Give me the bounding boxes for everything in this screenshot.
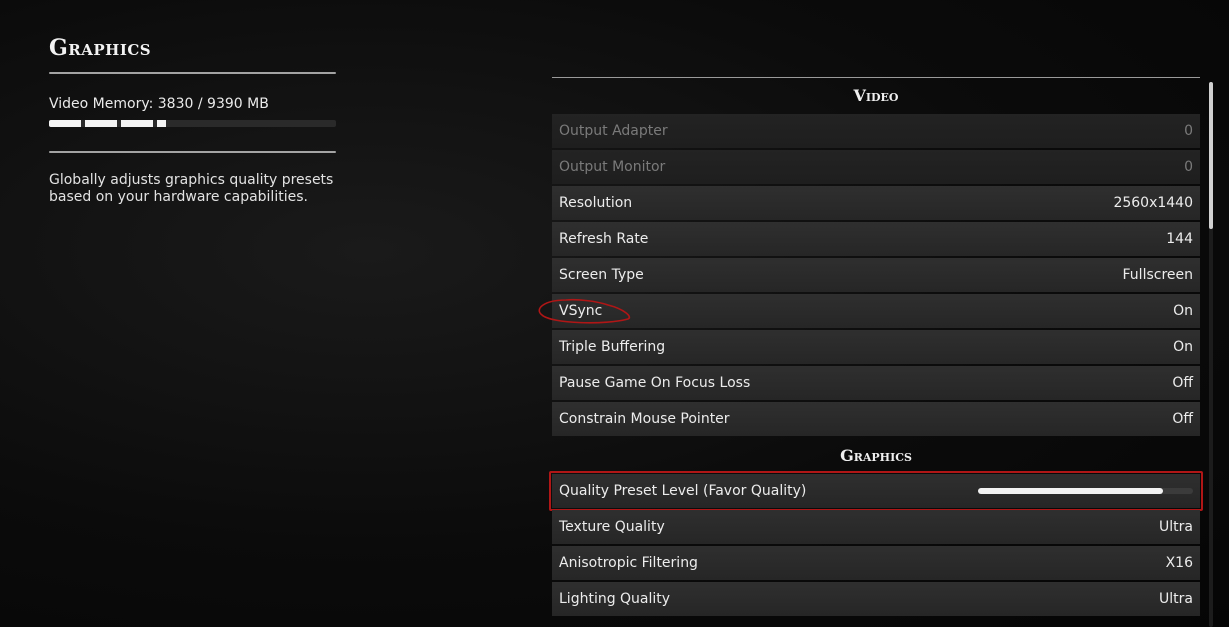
setting-row-refresh-rate[interactable]: Refresh Rate 144: [552, 222, 1200, 256]
settings-list: Video Output Adapter 0 Output Monitor 0 Resol…: [538, 77, 1203, 618]
setting-row-lighting-quality[interactable]: Lighting Quality Ultra: [552, 582, 1200, 616]
video-memory-bar-fill: [49, 120, 167, 127]
setting-value: Ultra: [1159, 519, 1193, 535]
setting-row-constrain-mouse-pointer[interactable]: Constrain Mouse Pointer Off: [552, 402, 1200, 436]
setting-row-pause-game-on-focus-loss[interactable]: Pause Game On Focus Loss Off: [552, 366, 1200, 400]
video-memory-separator: /: [197, 96, 203, 112]
setting-value: Off: [1172, 411, 1193, 427]
setting-value: 0: [1184, 123, 1193, 139]
setting-label: Constrain Mouse Pointer: [559, 411, 730, 427]
setting-label: Refresh Rate: [559, 231, 649, 247]
setting-description: Globally adjusts graphics quality preset…: [49, 172, 334, 205]
setting-label: Triple Buffering: [559, 339, 666, 355]
setting-label: Texture Quality: [559, 519, 665, 535]
setting-label: Pause Game On Focus Loss: [559, 375, 751, 391]
setting-label: VSync: [559, 303, 603, 319]
settings-scrollbar[interactable]: [1209, 82, 1213, 627]
video-memory-used: 3830: [157, 96, 194, 112]
video-memory-bar: [49, 120, 336, 127]
setting-label: Resolution: [559, 195, 633, 211]
setting-value: Off: [1172, 375, 1193, 391]
setting-value: Fullscreen: [1122, 267, 1193, 283]
quality-preset-slider[interactable]: [978, 488, 1193, 494]
setting-label: Screen Type: [559, 267, 644, 283]
setting-row-triple-buffering[interactable]: Triple Buffering On: [552, 330, 1200, 364]
title-divider: [49, 72, 336, 74]
setting-label: Lighting Quality: [559, 591, 671, 607]
setting-row-vsync[interactable]: VSync On: [538, 294, 1200, 328]
setting-value: On: [1173, 339, 1193, 355]
page-title: Graphics: [49, 35, 152, 61]
memory-divider: [49, 151, 336, 153]
video-memory-total: 9390: [207, 96, 243, 112]
setting-label: Quality Preset Level (Favor Quality): [559, 483, 807, 499]
setting-value: 0: [1184, 159, 1193, 175]
scrollbar-thumb[interactable]: [1209, 82, 1213, 230]
section-header-video: Video: [853, 86, 899, 105]
setting-label: Anisotropic Filtering: [559, 555, 698, 571]
setting-label: Output Adapter: [559, 123, 668, 139]
setting-value: X16: [1165, 555, 1193, 571]
setting-row-output-adapter: Output Adapter 0: [552, 114, 1200, 148]
section-header-graphics: Graphics: [840, 446, 912, 465]
graphics-settings-screen: Graphics Video Memory: 3830 / 9390 MB Gl…: [0, 0, 1229, 627]
setting-value: 2560x1440: [1113, 195, 1193, 211]
quality-preset-slider-fill: [978, 488, 1163, 494]
video-memory-unit: MB: [247, 96, 269, 112]
setting-row-output-monitor: Output Monitor 0: [552, 150, 1200, 184]
setting-row-screen-type[interactable]: Screen Type Fullscreen: [552, 258, 1200, 292]
setting-row-resolution[interactable]: Resolution 2560x1440: [552, 186, 1200, 220]
setting-value: Ultra: [1159, 591, 1193, 607]
setting-value: 144: [1166, 231, 1193, 247]
setting-row-anisotropic-filtering[interactable]: Anisotropic Filtering X16: [552, 546, 1200, 580]
setting-value: On: [1173, 303, 1193, 319]
video-memory-readout: Video Memory: 3830 / 9390 MB: [49, 95, 336, 113]
setting-label: Output Monitor: [559, 159, 666, 175]
video-memory-label: Video Memory:: [49, 96, 154, 112]
setting-row-texture-quality[interactable]: Texture Quality Ultra: [552, 510, 1200, 544]
setting-row-quality-preset-level-favor-quality[interactable]: Quality Preset Level (Favor Quality): [549, 471, 1203, 511]
info-panel: Graphics Video Memory: 3830 / 9390 MB Gl…: [49, 32, 336, 206]
